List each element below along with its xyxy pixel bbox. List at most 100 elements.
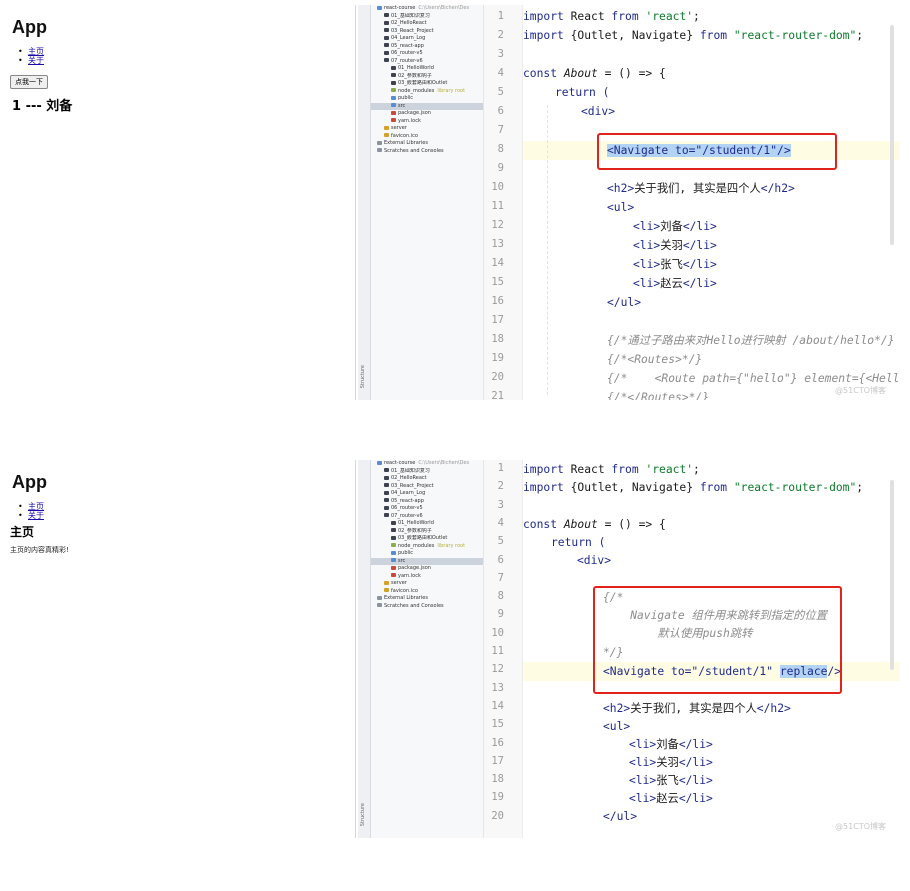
tree-item[interactable]: favicon.ico	[371, 133, 483, 141]
app-title: App	[12, 17, 47, 37]
tree-item[interactable]: package.json	[371, 565, 483, 573]
tree-item[interactable]: 05_react-app	[371, 43, 483, 51]
line-number-gutter: 1 2 3 4 5 6 7 8 9 10 11 12 13 14 15 16 17 18 19 20 21	[484, 5, 523, 402]
folder-icon	[384, 43, 389, 47]
tree-item[interactable]: 03_React_Project	[371, 28, 483, 36]
tree-item[interactable]: 06_router-v5	[371, 505, 483, 513]
tree-item-label: External Libraries	[384, 140, 428, 146]
structure-tab[interactable]: Structure	[360, 803, 368, 826]
tree-item[interactable]: 02_HelloReact	[371, 20, 483, 28]
code-line-4: const About = () => {	[523, 67, 666, 80]
folder-icon	[377, 5, 382, 10]
code-line-16: <li>刘备</li>	[629, 738, 713, 751]
nav-link-about[interactable]: 关于	[28, 511, 44, 520]
code-line-15: <ul>	[603, 720, 631, 733]
click-me-button[interactable]: 点我一下	[10, 75, 48, 89]
tree-item[interactable]: package.json	[371, 110, 483, 118]
nav-item-home[interactable]: 主页	[18, 502, 44, 511]
tree-item[interactable]: react-course C:\Users\Bichen\Des	[371, 460, 483, 468]
tree-item-label: 02_HelloReact	[391, 475, 427, 481]
tree-item[interactable]: src	[371, 557, 483, 565]
line-number: 12	[491, 663, 504, 676]
tree-item[interactable]: favicon.ico	[371, 588, 483, 596]
tree-item[interactable]: 04_Learn_Log	[371, 490, 483, 498]
folder-icon	[384, 125, 389, 130]
nav-item-about[interactable]: 关于	[18, 511, 44, 520]
tree-item-label: src	[398, 102, 406, 109]
tree-item[interactable]: 02_HelloReact	[371, 475, 483, 483]
line-number: 17	[491, 314, 504, 326]
tree-item[interactable]: yarn.lock	[371, 118, 483, 126]
folder-icon	[377, 140, 382, 145]
tree-item[interactable]: src	[371, 102, 483, 110]
tree-item-label: 03_React_Project	[391, 27, 434, 34]
tree-item[interactable]: 07_router-v6	[371, 58, 483, 66]
tree-item-label: package.json	[398, 110, 431, 116]
bottom-screenshot-panel: App 主页 关于 主页 主页的内容真精彩! Structure react-c…	[0, 460, 900, 838]
code-line-1: import React from 'react';	[523, 10, 700, 23]
tree-item[interactable]: 04_Learn_Log	[371, 35, 483, 43]
tree-item-label: 01_基础知识复习	[391, 467, 430, 474]
code-line-6: <div>	[577, 554, 612, 567]
tree-item[interactable]: 01_HelloWorld	[371, 520, 483, 528]
project-tree: react-course C:\Users\Bichen\Des 01_基础知识复习…	[371, 5, 484, 400]
code-line-5: return (	[551, 536, 606, 549]
folder-icon	[391, 550, 396, 555]
tree-item[interactable]: node_modules library root	[371, 543, 483, 551]
line-number: 10	[491, 181, 504, 193]
tree-item[interactable]: 05_react-app	[371, 498, 483, 506]
tree-item-label: 02_参数和钩子	[398, 527, 432, 534]
tree-item[interactable]: External Libraries	[371, 140, 483, 148]
tree-item[interactable]: 01_基础知识复习	[371, 13, 483, 21]
line-number: 8	[497, 590, 504, 603]
tree-item[interactable]: 03_React_Project	[371, 483, 483, 491]
folder-icon	[391, 110, 396, 115]
structure-tab[interactable]: Structure	[360, 365, 368, 388]
tree-item-label: yarn.lock	[398, 117, 421, 124]
tree-item[interactable]: 02_参数和钩子	[371, 528, 483, 536]
tree-item[interactable]: 01_HelloWorld	[371, 65, 483, 73]
tree-item[interactable]: server	[371, 125, 483, 133]
folder-icon	[391, 558, 396, 562]
tree-item-label: 04_Learn_Log	[391, 35, 426, 41]
line-number: 9	[497, 608, 504, 621]
nav-link-home[interactable]: 主页	[28, 502, 44, 511]
browser-view: App 主页 关于 点我一下 1 --- 刘备	[0, 5, 356, 400]
tree-item[interactable]: public	[371, 95, 483, 103]
tree-item[interactable]: server	[371, 580, 483, 588]
tree-item[interactable]: 02_参数和钩子	[371, 73, 483, 81]
editor-scrollbar[interactable]	[890, 480, 894, 670]
tree-item-label: 07_router-v6	[391, 512, 423, 519]
line-number: 19	[491, 791, 504, 804]
tree-item-label: 02_参数和钩子	[398, 72, 432, 79]
tree-item[interactable]: 07_router-v6	[371, 513, 483, 521]
line-number: 11	[491, 200, 504, 212]
tree-item-label: 04_Learn_Log	[391, 490, 426, 496]
tree-item-label: 06_router-v5	[391, 50, 423, 56]
folder-icon	[384, 505, 389, 510]
nav-link-home[interactable]: 主页	[28, 47, 44, 56]
tree-item[interactable]: public	[371, 550, 483, 558]
folder-icon	[384, 468, 389, 472]
tree-item[interactable]: 03_嵌套路由和Outlet	[371, 80, 483, 88]
tree-item[interactable]: node_modules library root	[371, 88, 483, 96]
tree-item[interactable]: react-course C:\Users\Bichen\Des	[371, 5, 483, 13]
tree-item[interactable]: Scratches and Consoles	[371, 148, 483, 156]
folder-icon	[384, 28, 389, 32]
tree-item[interactable]: 06_router-v5	[371, 50, 483, 58]
nav-item-about[interactable]: 关于	[18, 56, 44, 65]
tree-item-label: server	[391, 125, 407, 131]
code-editor[interactable]: import React from 'react'; import {Outle…	[523, 5, 900, 400]
tree-item-label: public	[398, 95, 414, 101]
line-number: 19	[491, 352, 504, 364]
tree-item[interactable]: External Libraries	[371, 595, 483, 603]
tree-item[interactable]: 01_基础知识复习	[371, 468, 483, 476]
nav-link-about[interactable]: 关于	[28, 56, 44, 65]
code-editor[interactable]: import React from 'react'; import {Outle…	[523, 460, 900, 838]
nav-item-home[interactable]: 主页	[18, 47, 44, 56]
tree-item[interactable]: 03_嵌套路由和Outlet	[371, 535, 483, 543]
code-line-16: </ul>	[607, 296, 642, 309]
tree-item[interactable]: Scratches and Consoles	[371, 603, 483, 611]
tree-item[interactable]: yarn.lock	[371, 573, 483, 581]
editor-scrollbar[interactable]	[890, 25, 894, 245]
